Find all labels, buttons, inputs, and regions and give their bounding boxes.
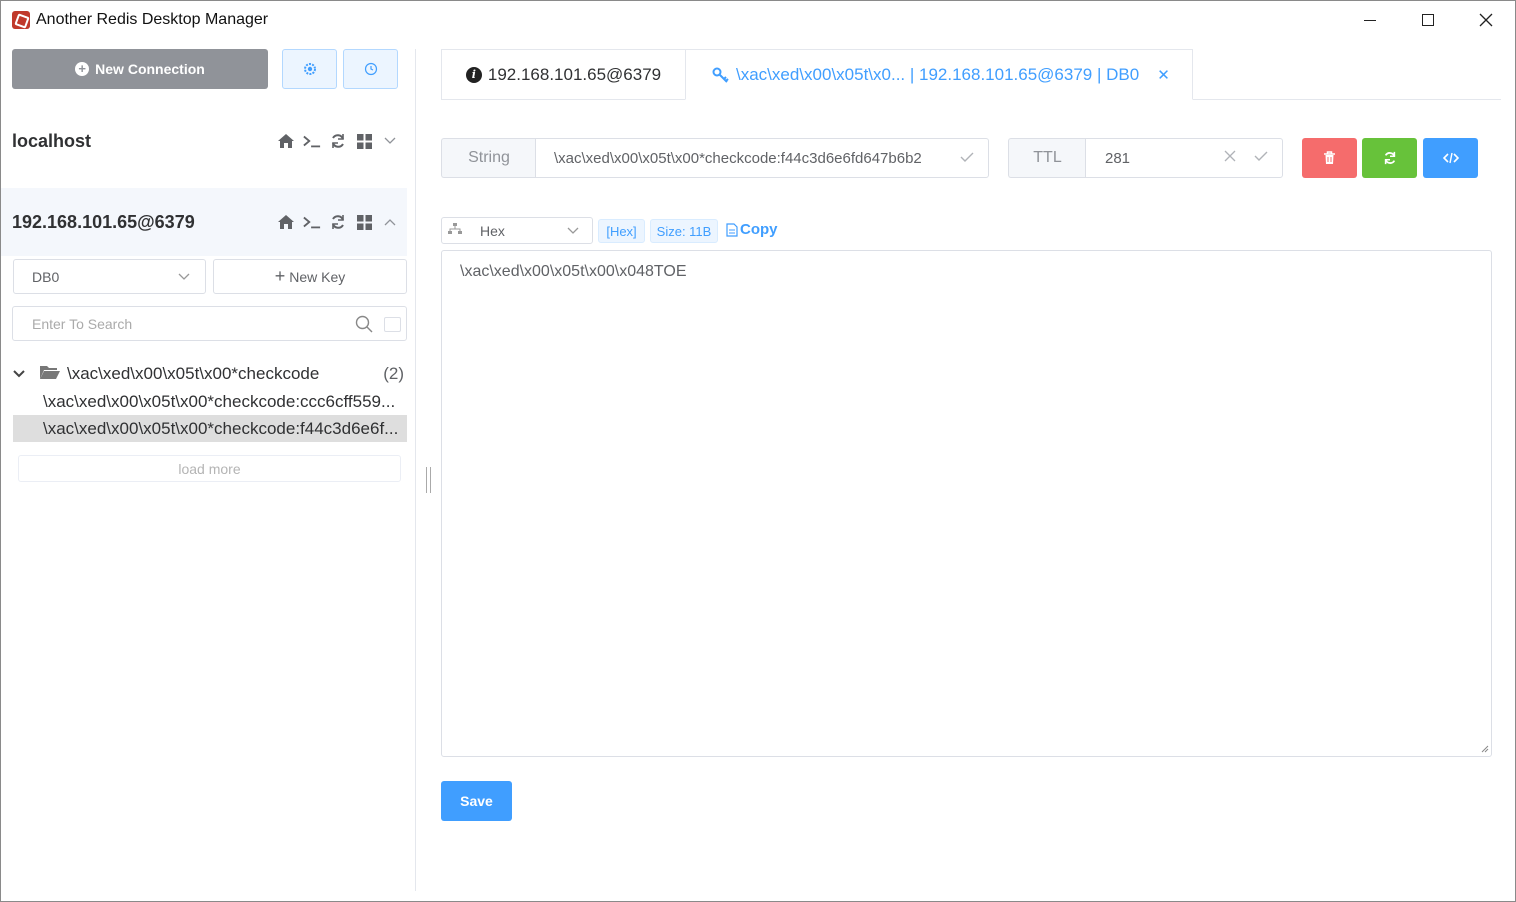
key-name-input[interactable] bbox=[536, 139, 956, 177]
connection-actions bbox=[277, 213, 399, 231]
check-icon[interactable] bbox=[1254, 149, 1268, 165]
history-button[interactable] bbox=[343, 49, 398, 89]
window-title: Another Redis Desktop Manager bbox=[36, 11, 269, 28]
tab-bar: i 192.168.101.65@6379 \xac\xed\x00\x05t\… bbox=[441, 49, 1501, 100]
app-logo-icon bbox=[12, 11, 30, 29]
tab-connection-info[interactable]: i 192.168.101.65@6379 bbox=[441, 49, 686, 100]
sitemap-icon bbox=[448, 223, 462, 238]
size-tag: Size: 11B bbox=[650, 219, 718, 243]
exact-search-checkbox[interactable] bbox=[384, 317, 401, 332]
info-icon: i bbox=[465, 66, 482, 83]
key-list-item-selected[interactable]: \xac\xed\x00\x05t\x00*checkcode:f44c3d6e… bbox=[13, 415, 407, 442]
minimize-icon bbox=[1364, 19, 1376, 21]
close-window-button[interactable] bbox=[1457, 1, 1515, 39]
load-more-button[interactable]: load more bbox=[18, 455, 401, 482]
chevron-down-icon bbox=[567, 227, 579, 234]
tab-label: 192.168.101.65@6379 bbox=[487, 64, 662, 84]
tab-label: \xac\xed\x00\x05t\x0... | 192.168.101.65… bbox=[736, 64, 1140, 84]
close-tab-icon[interactable]: ✕ bbox=[1157, 66, 1170, 84]
settings-button[interactable] bbox=[282, 49, 337, 89]
maximize-icon bbox=[1422, 14, 1434, 26]
connection-192-168-101-65[interactable]: 192.168.101.65@6379 bbox=[1, 188, 407, 256]
new-key-button[interactable]: + New Key bbox=[213, 259, 407, 294]
tab-key-detail[interactable]: \xac\xed\x00\x05t\x0... | 192.168.101.65… bbox=[685, 49, 1193, 100]
folder-open-icon bbox=[39, 364, 61, 385]
clock-icon bbox=[364, 62, 377, 76]
clear-icon[interactable] bbox=[1224, 149, 1236, 166]
caret-down-icon bbox=[13, 367, 33, 381]
connection-localhost[interactable]: localhost bbox=[1, 107, 407, 175]
tree-folder[interactable]: \xac\xed\x00\x05t\x00*checkcode (2) bbox=[13, 361, 407, 387]
copy-button[interactable]: Copy bbox=[726, 221, 778, 238]
format-select[interactable]: Hex bbox=[441, 217, 593, 244]
chevron-down-icon[interactable] bbox=[381, 132, 399, 150]
new-connection-button[interactable]: + New Connection bbox=[12, 49, 268, 89]
ttl-input[interactable] bbox=[1086, 139, 1216, 177]
new-connection-label: New Connection bbox=[95, 61, 205, 77]
format-tag: [Hex] bbox=[598, 219, 645, 243]
app-window: Another Redis Desktop Manager + New Conn… bbox=[0, 0, 1516, 902]
check-icon[interactable] bbox=[960, 150, 974, 166]
document-icon bbox=[726, 222, 738, 237]
resize-handle[interactable] bbox=[426, 467, 431, 493]
value-editor[interactable]: \xac\xed\x00\x05t\x00\x048TOE bbox=[441, 250, 1492, 757]
code-icon bbox=[1442, 152, 1459, 164]
delete-key-button[interactable] bbox=[1302, 138, 1357, 178]
plus-icon: + bbox=[274, 266, 286, 286]
new-key-label: New Key bbox=[289, 268, 346, 285]
chevron-up-icon[interactable] bbox=[381, 213, 399, 231]
key-search-input[interactable] bbox=[13, 307, 343, 340]
sidebar: + New Connection localhost 192.168.101.6… bbox=[1, 39, 415, 901]
chevron-down-icon bbox=[178, 273, 190, 280]
key-search-box bbox=[12, 306, 407, 341]
search-icon[interactable] bbox=[355, 315, 373, 333]
dump-command-button[interactable] bbox=[1423, 138, 1478, 178]
grid-menu-icon[interactable] bbox=[355, 132, 373, 150]
refresh-key-button[interactable] bbox=[1362, 138, 1417, 178]
resize-grip-icon[interactable] bbox=[1479, 743, 1489, 753]
trash-icon bbox=[1324, 151, 1335, 164]
terminal-icon[interactable] bbox=[303, 213, 321, 231]
home-icon[interactable] bbox=[277, 213, 295, 231]
key-name-box bbox=[535, 138, 989, 178]
sidebar-divider bbox=[415, 49, 416, 891]
gear-icon bbox=[303, 63, 316, 75]
connection-name: localhost bbox=[12, 130, 92, 151]
plus-circle-icon: + bbox=[75, 62, 90, 76]
key-list-item[interactable]: \xac\xed\x00\x05t\x00*checkcode:ccc6cff5… bbox=[13, 388, 407, 415]
format-select-value: Hex bbox=[480, 222, 505, 239]
save-button[interactable]: Save bbox=[441, 781, 512, 821]
refresh-icon[interactable] bbox=[329, 132, 347, 150]
title-bar: Another Redis Desktop Manager bbox=[1, 1, 1515, 39]
key-type-label: String bbox=[441, 138, 536, 178]
db-select-value: DB0 bbox=[32, 268, 60, 285]
minimize-button[interactable] bbox=[1341, 1, 1399, 39]
connection-name: 192.168.101.65@6379 bbox=[12, 211, 195, 232]
connection-actions bbox=[277, 132, 399, 150]
folder-count: (2) bbox=[383, 364, 404, 383]
db-select[interactable]: DB0 bbox=[13, 259, 206, 294]
key-icon bbox=[712, 67, 729, 83]
ttl-box bbox=[1085, 138, 1283, 178]
maximize-button[interactable] bbox=[1399, 1, 1457, 39]
ttl-label: TTL bbox=[1008, 138, 1086, 178]
folder-name: \xac\xed\x00\x05t\x00*checkcode bbox=[67, 364, 320, 383]
terminal-icon[interactable] bbox=[303, 132, 321, 150]
copy-label: Copy bbox=[740, 221, 778, 238]
refresh-icon bbox=[1384, 151, 1395, 165]
grid-menu-icon[interactable] bbox=[355, 213, 373, 231]
close-icon bbox=[1479, 13, 1493, 27]
home-icon[interactable] bbox=[277, 132, 295, 150]
refresh-icon[interactable] bbox=[329, 213, 347, 231]
